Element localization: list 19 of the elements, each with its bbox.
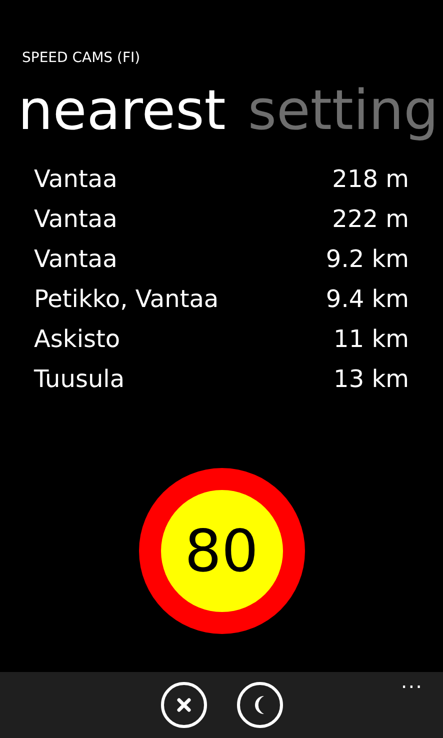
app-title: SPEED CAMS (FI) xyxy=(21,49,142,67)
place-name: Petikko, Vantaa xyxy=(34,284,219,315)
distance-text: 11 km xyxy=(334,324,409,355)
place-name: Tuusula xyxy=(34,364,125,395)
distance-text: 13 km xyxy=(334,364,409,395)
distance-text: 9.2 km xyxy=(326,244,409,275)
place-name: Vantaa xyxy=(34,204,118,235)
moon-button[interactable] xyxy=(236,682,282,728)
place-name: Vantaa xyxy=(34,164,118,195)
speed-limit-number: 80 xyxy=(184,522,258,580)
distance-text: 218 m xyxy=(332,164,409,195)
more-button[interactable]: ... xyxy=(400,666,423,696)
pivot-tab[interactable]: nearest xyxy=(18,79,226,141)
place-name: Vantaa xyxy=(34,244,118,275)
place-name: Askisto xyxy=(34,324,120,355)
pivot-tab[interactable]: setting xyxy=(248,79,439,141)
distance-text: 9.4 km xyxy=(326,284,409,315)
distance-text: 222 m xyxy=(332,204,409,235)
close-button[interactable] xyxy=(160,682,206,728)
